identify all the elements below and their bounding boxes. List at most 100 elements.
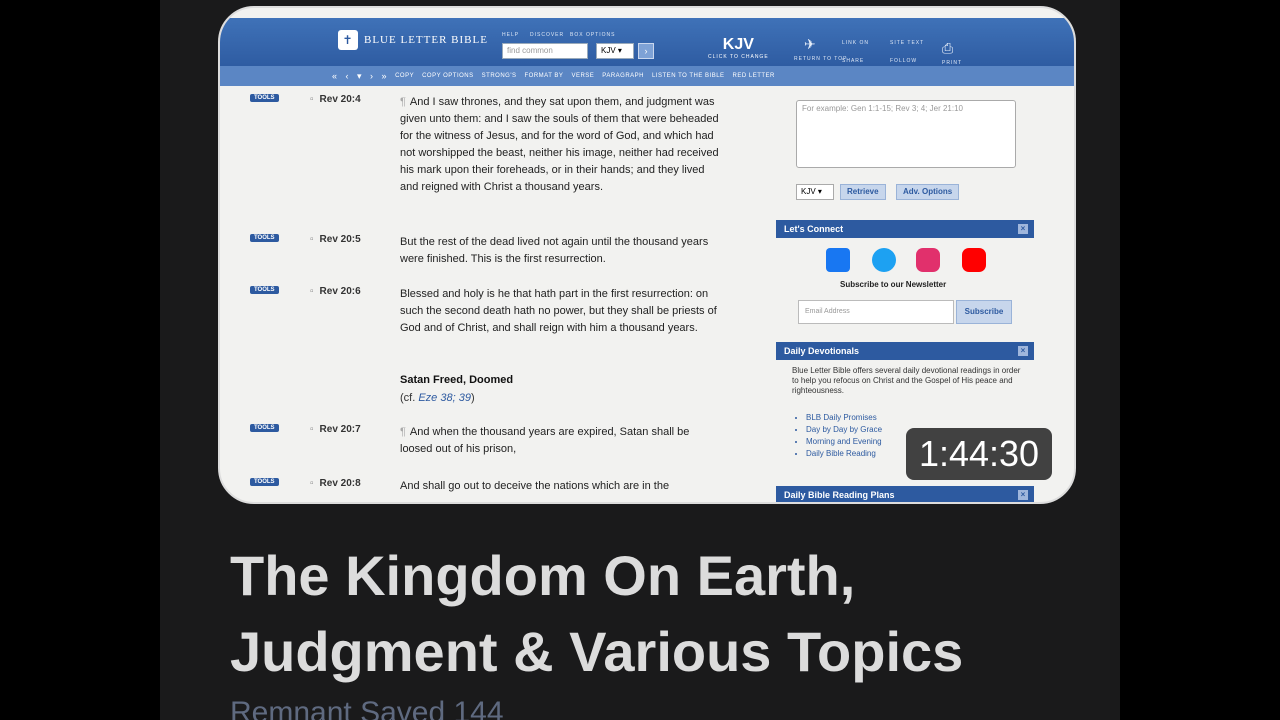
link-on-label[interactable]: LINK ON [842,40,869,46]
header-link-box-options[interactable]: BOX OPTIONS [570,32,615,38]
devotional-link[interactable]: Morning and Evening [806,436,882,448]
verse-text: ¶ And when the thousand years are expired… [400,424,720,458]
pilcrow-icon: ¶ [400,426,406,438]
sidebar-version-value: KJV [801,187,816,196]
verse-text: And shall go out to deceive the nations … [400,480,670,492]
tools-button[interactable]: TOOLS [250,234,279,242]
daily-devotionals-title: Daily Devotionals [784,346,860,356]
verse-text-content: And when the thousand years are expired,… [400,426,690,455]
devotional-links: BLB Daily Promises Day by Day by Grace M… [806,412,882,460]
next-chapter-icon[interactable]: › [370,71,374,81]
reading-plans-header: Daily Bible Reading Plans × [776,486,1034,502]
copy-options-button[interactable]: COPY OPTIONS [422,73,474,79]
close-icon[interactable]: × [1018,490,1028,500]
video-thumbnail[interactable]: ✝ BLUE LETTER BIBLE HELP DISCOVER BOX OP… [218,6,1076,504]
verse-text: ¶ And I saw thrones, and they sat upon th… [400,94,720,196]
newsletter-label: Subscribe to our Newsletter [840,280,947,289]
devotional-link[interactable]: Day by Day by Grace [806,424,882,436]
verse-ref-label: Rev 20:7 [319,424,361,435]
page-icon: ▫ [310,94,314,105]
video-duration-badge: 1:44:30 [906,428,1052,480]
header-link-discover[interactable]: DISCOVER [530,32,564,38]
verse-list: TOOLS ▫ Rev 20:4 ¶ And I saw thrones, and … [250,88,768,502]
lets-connect-header: Let's Connect × [776,220,1034,238]
xref-link[interactable]: Eze 38; 39 [418,392,471,404]
close-icon[interactable]: × [1018,346,1028,356]
page-icon: ▫ [310,286,314,297]
red-letter-toggle[interactable]: RED LETTER [733,73,775,79]
retrieve-button[interactable]: Retrieve [840,184,886,200]
subscribe-button[interactable]: Subscribe [956,300,1012,324]
verse-format-option[interactable]: VERSE [571,73,594,79]
pilcrow-icon: ¶ [400,96,406,108]
header-link-help[interactable]: HELP [502,32,519,38]
share-label[interactable]: SHARE [842,58,864,64]
verse-text-content: And I saw thrones, and they sat upon the… [400,96,719,193]
blb-logo[interactable]: ✝ BLUE LETTER BIBLE [338,30,488,50]
strongs-toggle[interactable]: STRONG'S [482,73,517,79]
verse-ref[interactable]: ▫ Rev 20:8 [310,478,361,489]
version-value: KJV [601,46,616,55]
site-text-label[interactable]: SITE TEXT [890,40,924,46]
passage-lookup-input[interactable]: For example: Gen 1:1-15; Rev 3; 4; Jer 2… [796,100,1016,168]
daily-devotionals-header: Daily Devotionals × [776,342,1034,360]
paragraph-format-option[interactable]: PARAGRAPH [602,73,644,79]
verse-ref-label: Rev 20:8 [319,478,361,489]
kjv-version-switch[interactable]: KJV CLICK TO CHANGE [708,36,769,60]
verse-ref-label: Rev 20:6 [319,286,361,297]
reading-plans-title: Daily Bible Reading Plans [784,490,895,500]
devotional-link[interactable]: Daily Bible Reading [806,448,882,460]
kjv-label: KJV [722,36,754,53]
verse-ref[interactable]: ▫ Rev 20:6 [310,286,361,297]
page-icon: ▫ [310,234,314,245]
video-title[interactable]: The Kingdom On Earth, Judgment & Various… [230,538,1050,690]
xref-suffix: ) [470,392,475,404]
devotional-link[interactable]: BLB Daily Promises [806,412,882,424]
return-top-icon[interactable]: ✈ [804,36,816,53]
email-input[interactable]: Email Address [798,300,954,324]
page-icon: ▫ [310,424,314,435]
instagram-icon[interactable] [916,248,940,272]
tools-button[interactable]: TOOLS [250,286,279,294]
logo-text: BLUE LETTER BIBLE [364,34,488,46]
verse-ref[interactable]: ▫ Rev 20:4 [310,94,361,105]
twitter-icon[interactable] [872,248,896,272]
verse-ref[interactable]: ▫ Rev 20:5 [310,234,361,245]
verse-text: But the rest of the dead lived not again… [400,236,709,265]
print-icon[interactable]: ⎙ [942,40,953,57]
last-chapter-icon[interactable]: » [382,71,388,81]
tools-button[interactable]: TOOLS [250,424,279,432]
adv-options-button[interactable]: Adv. Options [896,184,960,200]
kjv-caption: CLICK TO CHANGE [708,54,769,60]
verse-ref-label: Rev 20:4 [319,94,361,105]
channel-name[interactable]: Remnant Saved 144 [230,696,504,720]
sidebar-version-select[interactable]: KJV ▾ [796,184,834,200]
chapter-toolbar: « ‹ ▾ › » COPY COPY OPTIONS STRONG'S FOR… [220,66,1074,86]
facebook-icon[interactable] [826,248,850,272]
devotionals-description: Blue Letter Bible offers several daily d… [792,366,1021,395]
xref-prefix: (cf. [400,392,416,404]
tools-button[interactable]: TOOLS [250,94,279,102]
tools-button[interactable]: TOOLS [250,478,279,486]
section-heading: Satan Freed, Doomed [400,374,514,386]
youtube-icon[interactable] [962,248,986,272]
return-top-label[interactable]: RETURN TO TOP [794,56,847,62]
copy-button[interactable]: COPY [395,73,414,79]
verse-ref[interactable]: ▫ Rev 20:7 [310,424,361,435]
search-input[interactable]: find common [502,43,588,59]
prev-chapter-icon[interactable]: ‹ [346,71,350,81]
chapter-menu-icon[interactable]: ▾ [357,71,362,82]
follow-label[interactable]: FOLLOW [890,58,917,64]
verse-ref-label: Rev 20:5 [319,234,361,245]
format-by-label: FORMAT BY [524,73,564,79]
lets-connect-title: Let's Connect [784,224,844,234]
verse-text: Blessed and holy is he that hath part in… [400,288,717,334]
close-icon[interactable]: × [1018,224,1028,234]
first-chapter-icon[interactable]: « [332,71,338,81]
page-icon: ▫ [310,478,314,489]
bible-icon: ✝ [338,30,358,50]
search-go-button[interactable]: › [638,43,654,59]
listen-bible-button[interactable]: LISTEN TO THE BIBLE [652,73,725,79]
version-select[interactable]: KJV ▾ [596,43,634,59]
cross-reference: (cf. Eze 38; 39) [400,392,475,404]
